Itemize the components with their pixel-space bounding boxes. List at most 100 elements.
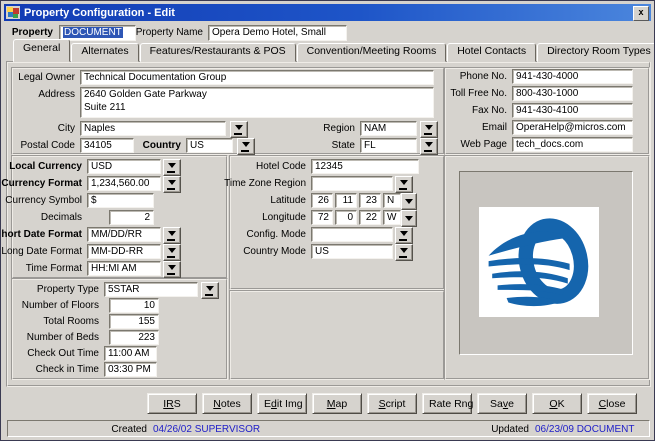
fax-label: Fax No. [472, 105, 507, 116]
total-rooms-input[interactable]: 155 [109, 314, 159, 329]
fax-input[interactable]: 941-430-4100 [512, 103, 633, 118]
phone-label: Phone No. [460, 71, 507, 82]
notes-button[interactable]: Notes [202, 393, 252, 414]
check-in-time-label: Check in Time [36, 364, 99, 375]
action-button-row: IRS Notes Edit Img Map Script Rate Rng S… [147, 393, 637, 414]
longitude-dir-input[interactable]: W [383, 210, 401, 225]
number-of-floors-input[interactable]: 10 [109, 298, 159, 313]
tab-general[interactable]: General [13, 39, 70, 62]
latitude-deg-input[interactable]: 26 [311, 193, 333, 208]
check-out-time-input[interactable]: 11:00 AM [104, 346, 157, 361]
longitude-dir-dropdown-icon[interactable] [401, 210, 417, 227]
city-input[interactable]: Naples [80, 121, 226, 136]
updated-value: 06/23/09 DOCUMENT [535, 424, 634, 435]
state-lov-icon[interactable] [420, 138, 438, 155]
local-currency-lov-icon[interactable] [163, 159, 181, 176]
postal-code-input[interactable]: 34105 [80, 138, 134, 153]
tab-alternates[interactable]: Alternates [71, 43, 138, 62]
map-button[interactable]: Map [312, 393, 362, 414]
city-label: City [58, 123, 75, 134]
currency-format-lov-icon[interactable] [163, 176, 181, 193]
property-type-input[interactable]: 5STAR [104, 282, 198, 297]
short-date-format-input[interactable]: MM/DD/RR [87, 227, 161, 242]
irs-button[interactable]: IRS [147, 393, 197, 414]
address-line-1: 2640 Golden Gate Parkway [84, 89, 430, 100]
tab-convention-meeting-rooms[interactable]: Convention/Meeting Rooms [297, 43, 447, 62]
tab-directory-room-types[interactable]: Directory Room Types [537, 43, 655, 62]
number-of-beds-input[interactable]: 223 [109, 330, 159, 345]
toll-free-label: Toll Free No. [450, 88, 507, 99]
window-icon [6, 6, 20, 19]
local-currency-input[interactable]: USD [87, 159, 161, 174]
number-of-beds-label: Number of Beds [27, 332, 99, 343]
region-lov-icon[interactable] [420, 121, 438, 138]
longitude-min-input[interactable]: 0 [335, 210, 357, 225]
country-label: Country [143, 140, 181, 151]
save-button[interactable]: Save [477, 393, 527, 414]
phone-input[interactable]: 941-430-4000 [512, 69, 633, 84]
time-zone-region-input[interactable] [311, 176, 393, 191]
property-type-lov-icon[interactable] [201, 282, 219, 299]
time-zone-region-label: Time Zone Region [224, 178, 306, 189]
time-format-label: Time Format [26, 263, 82, 274]
address-label: Address [38, 89, 75, 100]
number-of-floors-label: Number of Floors [22, 300, 99, 311]
time-zone-region-lov-icon[interactable] [395, 176, 413, 193]
config-mode-label: Config. Mode [247, 229, 306, 240]
web-page-input[interactable]: tech_docs.com [512, 137, 633, 152]
config-mode-lov-icon[interactable] [395, 227, 413, 244]
city-lov-icon[interactable] [230, 121, 248, 138]
property-input[interactable]: DOCUMENT [59, 25, 136, 41]
window-title: Property Configuration - Edit [24, 7, 175, 19]
latitude-min-input[interactable]: 11 [335, 193, 357, 208]
short-date-format-lov-icon[interactable] [163, 227, 181, 244]
property-logo-image [479, 207, 599, 317]
longitude-deg-input[interactable]: 72 [311, 210, 333, 225]
rate-rng-button[interactable]: Rate Rng [422, 393, 472, 414]
time-format-lov-icon[interactable] [163, 261, 181, 278]
check-in-time-input[interactable]: 03:30 PM [104, 362, 157, 377]
decimals-input[interactable]: 2 [109, 210, 154, 225]
currency-symbol-input[interactable]: $ [87, 193, 154, 208]
close-button[interactable]: Close [587, 393, 637, 414]
currency-format-input[interactable]: 1,234,560.00 [87, 176, 161, 191]
property-name-input[interactable]: Opera Demo Hotel, Small [208, 25, 347, 41]
email-input[interactable]: OperaHelp@micros.com [512, 120, 633, 135]
ok-button[interactable]: OK [532, 393, 582, 414]
country-input[interactable]: US [186, 138, 233, 153]
toll-free-input[interactable]: 800-430-1000 [512, 86, 633, 101]
long-date-format-label: Long Date Format [1, 246, 82, 257]
config-mode-input[interactable] [311, 227, 393, 242]
address-input[interactable]: 2640 Golden Gate Parkway Suite 211 [80, 87, 434, 118]
latitude-sec-input[interactable]: 23 [359, 193, 381, 208]
latitude-dir-dropdown-icon[interactable] [401, 193, 417, 210]
hotel-code-input[interactable]: 12345 [311, 159, 419, 174]
tab-features-restaurants-pos[interactable]: Features/Restaurants & POS [140, 43, 296, 62]
script-button[interactable]: Script [367, 393, 417, 414]
longitude-label: Longitude [262, 212, 306, 223]
region-input[interactable]: NAM [360, 121, 417, 136]
country-mode-label: Country Mode [243, 246, 306, 257]
latitude-dir-input[interactable]: N [383, 193, 401, 208]
short-date-format-label: Short Date Format [0, 229, 82, 240]
postal-code-label: Postal Code [21, 140, 75, 151]
title-bar[interactable]: Property Configuration - Edit x [4, 4, 651, 21]
country-lov-icon[interactable] [237, 138, 255, 155]
close-icon[interactable]: x [633, 6, 649, 21]
longitude-sec-input[interactable]: 22 [359, 210, 381, 225]
country-mode-input[interactable]: US [311, 244, 393, 259]
edit-img-button[interactable]: Edit Img [257, 393, 307, 414]
email-label: Email [482, 122, 507, 133]
empty-group [229, 290, 445, 380]
state-input[interactable]: FL [360, 138, 417, 153]
state-label: State [332, 140, 355, 151]
address-line-2: Suite 211 [84, 102, 430, 113]
country-mode-lov-icon[interactable] [395, 244, 413, 261]
tab-hotel-contacts[interactable]: Hotel Contacts [447, 43, 536, 62]
long-date-format-input[interactable]: MM-DD-RR [87, 244, 161, 259]
legal-owner-input[interactable]: Technical Documentation Group [80, 70, 434, 85]
property-label: Property [12, 27, 53, 38]
created-value: 04/26/02 SUPERVISOR [153, 424, 260, 435]
long-date-format-lov-icon[interactable] [163, 244, 181, 261]
time-format-input[interactable]: HH:MI AM [87, 261, 161, 276]
